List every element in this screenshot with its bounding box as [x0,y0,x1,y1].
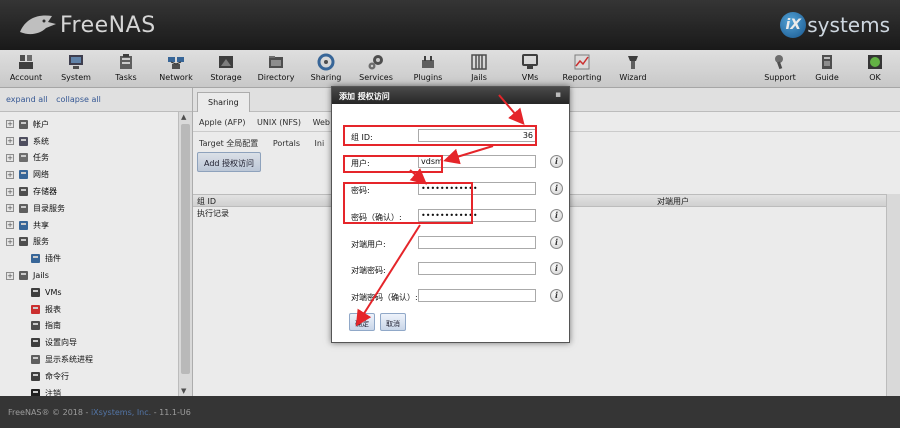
peer-user-input[interactable] [418,236,536,249]
ok-button[interactable]: 确定 [349,313,375,331]
user-info-icon[interactable]: i [550,155,563,168]
annotation-box-passwords [343,182,473,224]
password-confirm-info-icon[interactable]: i [550,209,563,222]
dialog-title-bar: 添加 授权访问 ▪ [332,87,569,104]
cancel-button[interactable]: 取消 [380,313,406,331]
close-icon[interactable]: ▪ [553,90,563,100]
form-row-peer-user: 对端用户: i [346,234,563,254]
peer-password-confirm-info-icon[interactable]: i [550,289,563,302]
form-row-peer-password: 对端密码: i [346,260,563,280]
peer-password-label: 对端密码: [351,266,386,275]
peer-user-info-icon[interactable]: i [550,236,563,249]
peer-user-label: 对端用户: [351,240,386,249]
form-row-peer-password-confirm: 对端密码（确认）: i [346,287,563,307]
peer-password-info-icon[interactable]: i [550,262,563,275]
peer-password-confirm-input[interactable] [418,289,536,302]
peer-password-confirm-label: 对端密码（确认）: [351,293,418,302]
annotation-box-group-id [343,125,537,146]
peer-password-input[interactable] [418,262,536,275]
password-info-icon[interactable]: i [550,182,563,195]
annotation-box-user [343,155,443,173]
dialog-title: 添加 授权访问 [339,92,390,101]
